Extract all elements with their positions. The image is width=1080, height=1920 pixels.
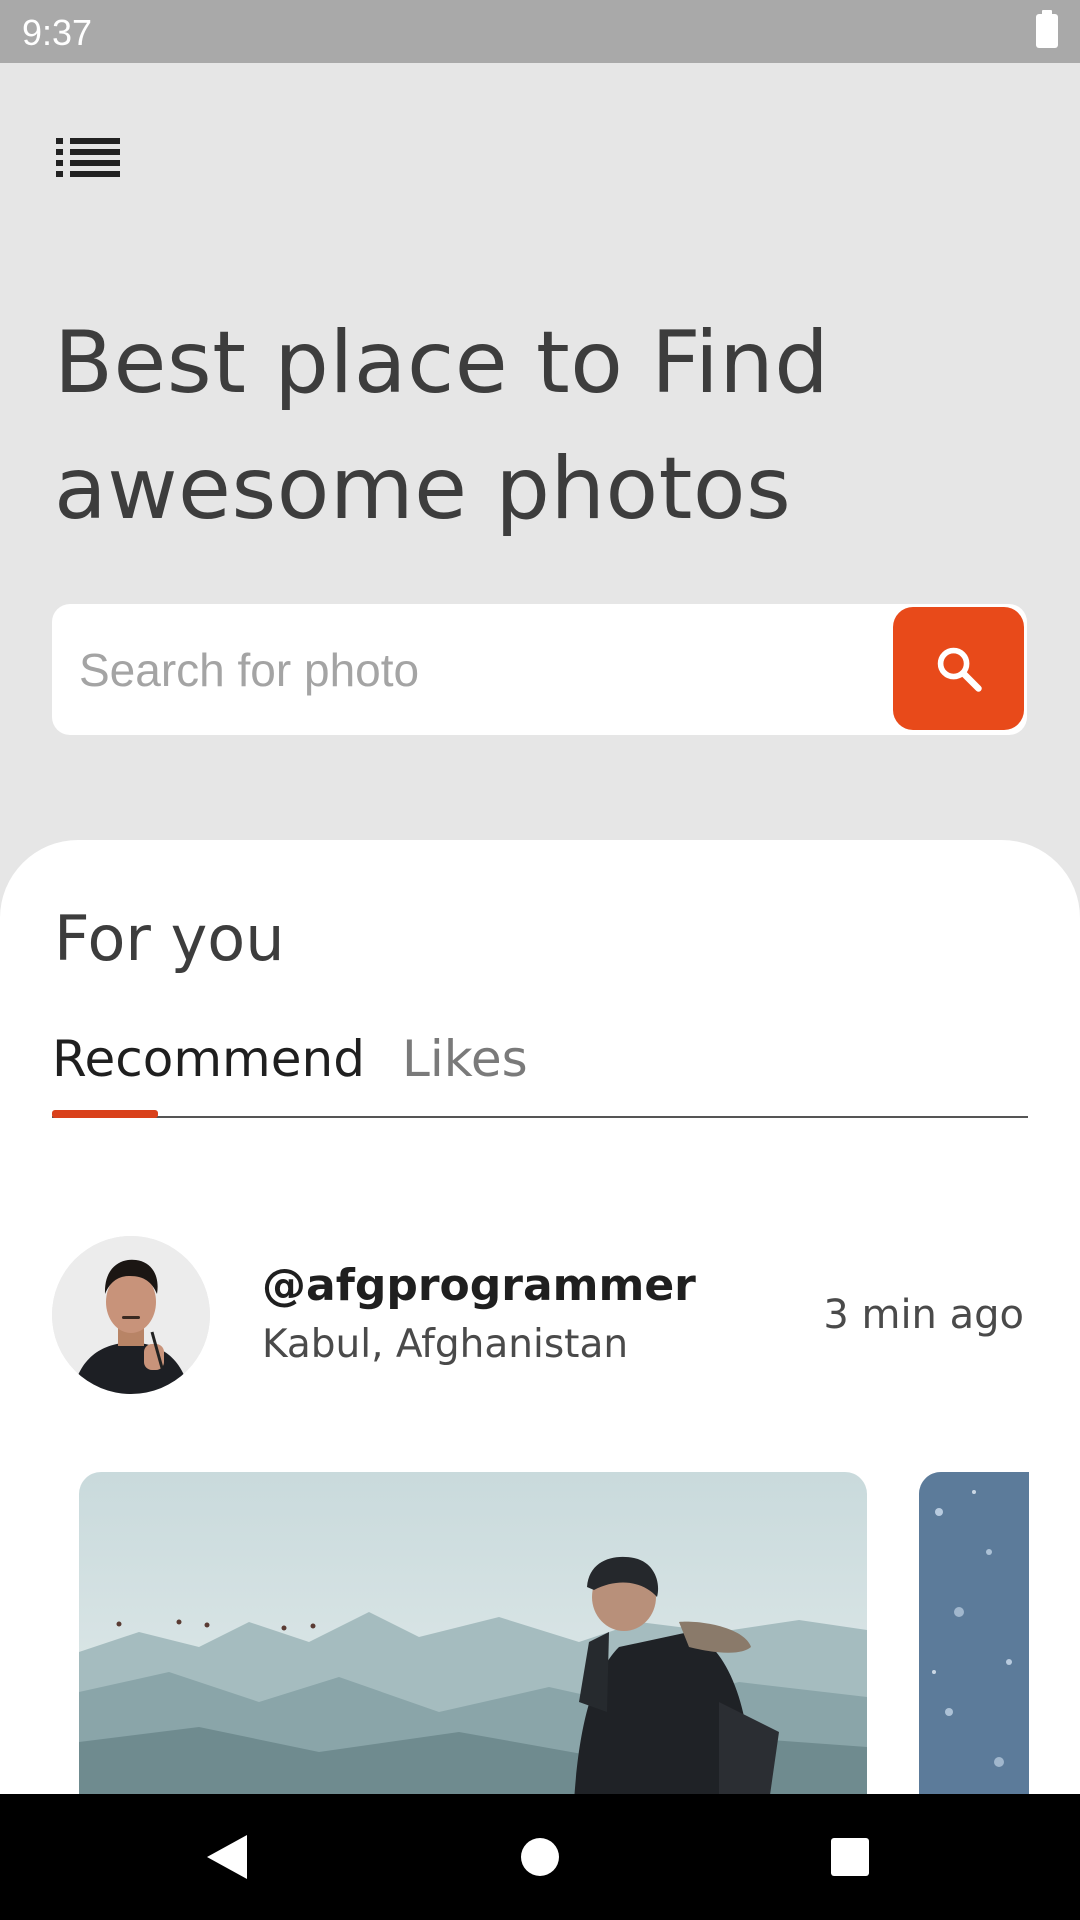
menu-button[interactable] — [56, 128, 126, 180]
tab-indicator — [52, 1110, 158, 1118]
system-nav-bar — [0, 1794, 1080, 1920]
nav-recents-button[interactable] — [780, 1794, 920, 1920]
app-screen: 9:37 Best place to Find awesome photos F… — [0, 0, 1080, 1920]
status-time: 9:37 — [22, 12, 93, 53]
nav-home-button[interactable] — [470, 1794, 610, 1920]
search-input[interactable] — [52, 604, 882, 735]
search-bar — [52, 604, 1027, 735]
photo-rain-window — [919, 1472, 1029, 1802]
status-bar: 9:37 — [0, 0, 1080, 63]
avatar-portrait — [52, 1236, 210, 1394]
post-location: Kabul, Afghanistan — [262, 1322, 629, 1367]
headline-line-2: awesome photos — [54, 439, 792, 539]
back-triangle-icon — [207, 1835, 247, 1879]
recents-square-icon — [831, 1838, 869, 1876]
photo-mountain-hiker — [79, 1472, 867, 1802]
photo-card-side[interactable] — [919, 1472, 1029, 1802]
home-circle-icon — [521, 1838, 559, 1876]
feed-sheet: For you Recommend Likes @afgprogrammer K… — [0, 840, 1080, 1920]
section-title: For you — [54, 902, 285, 975]
post-username[interactable]: @afgprogrammer — [262, 1260, 696, 1311]
nav-back-button[interactable] — [157, 1794, 297, 1920]
search-button[interactable] — [893, 607, 1024, 730]
tab-recommend[interactable]: Recommend — [52, 1030, 365, 1088]
headline-line-1: Best place to Find — [54, 313, 830, 413]
avatar[interactable] — [52, 1236, 210, 1394]
photo-card-main[interactable] — [79, 1472, 867, 1802]
tab-likes[interactable]: Likes — [402, 1030, 528, 1088]
page-headline: Best place to Find awesome photos — [54, 300, 974, 552]
feed-tabs: Recommend Likes — [52, 1030, 1028, 1118]
search-icon — [937, 647, 982, 692]
post-time: 3 min ago — [823, 1292, 1024, 1338]
battery-icon — [1036, 10, 1058, 48]
